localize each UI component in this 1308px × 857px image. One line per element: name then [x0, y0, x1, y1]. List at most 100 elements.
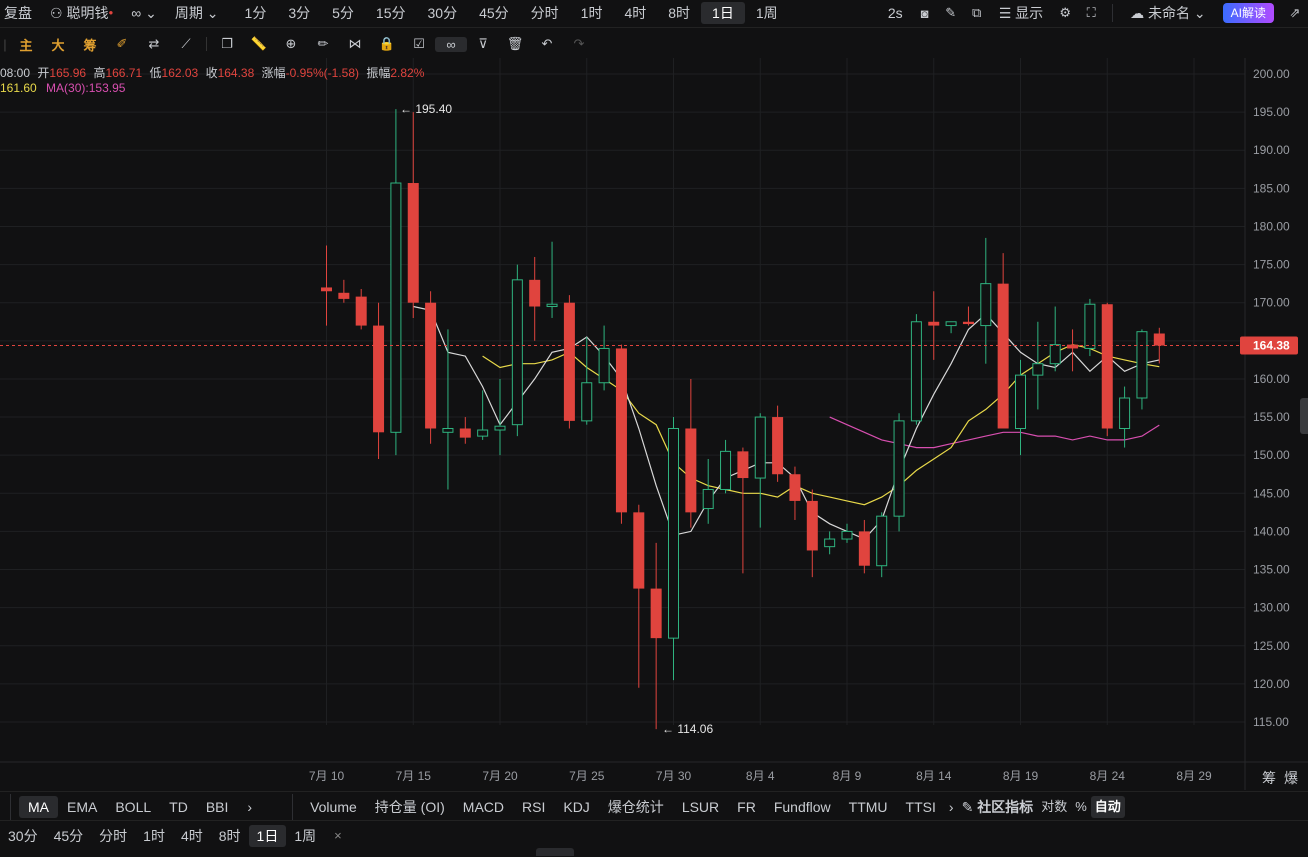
- period-tab-7[interactable]: 1时: [570, 2, 614, 24]
- log-scale-button[interactable]: 对数: [1037, 796, 1071, 818]
- new-window-icon[interactable]: ⧉: [964, 5, 990, 21]
- period-tab-5[interactable]: 45分: [468, 2, 520, 24]
- timeframe-item-7[interactable]: 1周: [286, 825, 324, 847]
- candle-body-down: [373, 325, 385, 433]
- sub-indicator-9[interactable]: TTMU: [840, 796, 897, 818]
- timeframe-item-4[interactable]: 4时: [173, 825, 211, 847]
- period-tab-1[interactable]: 3分: [277, 2, 321, 24]
- price-chart[interactable]: 200.00 195.00 190.00 185.00 180.00 175.00 170.…: [0, 58, 1308, 790]
- candle-body-down: [338, 292, 350, 299]
- timeframe-item-2[interactable]: 分时: [91, 825, 135, 847]
- chip-button[interactable]: 筹: [74, 35, 106, 54]
- undo-icon[interactable]: ↶: [531, 36, 563, 52]
- percent-scale-button[interactable]: %: [1071, 796, 1091, 818]
- period-tab-8[interactable]: 4时: [613, 2, 657, 24]
- ai-interpret-button[interactable]: AI解读: [1222, 3, 1274, 23]
- copy-icon[interactable]: ❐: [211, 36, 243, 52]
- layout-name-dropdown[interactable]: ☁ 未命名 ⌄: [1121, 2, 1215, 24]
- timeframe-item-0[interactable]: 30分: [0, 825, 46, 847]
- community-indicator-button[interactable]: ✎ 社区指标: [958, 796, 1038, 818]
- link-icon[interactable]: ∞: [435, 36, 467, 52]
- candle-body-up: [511, 279, 523, 426]
- period-tab-11[interactable]: 1周: [745, 2, 789, 24]
- replay-button[interactable]: 复盘: [0, 2, 41, 24]
- timeframe-item-1[interactable]: 45分: [46, 825, 92, 847]
- candle-body-down: [459, 428, 471, 438]
- zoom-icon[interactable]: ⊕: [275, 36, 307, 52]
- sub-indicator-2[interactable]: MACD: [454, 796, 513, 818]
- big-button[interactable]: 大: [42, 35, 74, 54]
- filter-icon[interactable]: ⊽: [467, 36, 499, 52]
- ruler-icon[interactable]: 📏: [243, 36, 275, 52]
- period-tab-10[interactable]: 1日: [701, 2, 745, 24]
- side-panel-handle[interactable]: [1300, 398, 1308, 434]
- display-button[interactable]: ☰ 显示: [990, 2, 1052, 24]
- measure-icon[interactable]: ⟋: [170, 36, 202, 52]
- fullscreen-icon[interactable]: ⛶: [1078, 5, 1104, 21]
- sub-indicator-8[interactable]: Fundflow: [765, 796, 840, 818]
- sub-indicator-0[interactable]: Volume: [301, 796, 366, 818]
- open-label: 开: [37, 66, 50, 80]
- period-tab-6[interactable]: 分时: [520, 2, 570, 24]
- magnet-icon[interactable]: ⋈: [339, 36, 371, 52]
- trash-icon[interactable]: 🗑: [499, 36, 531, 52]
- amp-value: 2.82%: [390, 66, 425, 80]
- high-label: 高: [93, 66, 106, 80]
- sub-indicator-1[interactable]: 持仓量 (OI): [366, 796, 454, 818]
- sub-indicator-6[interactable]: LSUR: [673, 796, 728, 818]
- main-button[interactable]: 主: [10, 35, 42, 54]
- timeframe-item-3[interactable]: 1时: [135, 825, 173, 847]
- candle-body-down: [772, 417, 784, 475]
- sub-indicator-10[interactable]: TTSI: [897, 796, 945, 818]
- close-label: 收: [205, 66, 218, 80]
- main-indicator-1[interactable]: EMA: [58, 796, 106, 818]
- period-dropdown[interactable]: 周期 ⌄: [166, 2, 228, 24]
- pencil-icon[interactable]: ✎: [938, 5, 964, 21]
- main-indicator-0[interactable]: MA: [19, 796, 58, 818]
- main-indicator-2[interactable]: BOLL: [106, 796, 160, 818]
- candle-body-down: [806, 500, 818, 551]
- auto-scale-button[interactable]: 自动: [1090, 796, 1125, 818]
- oo-icon[interactable]: ∞ ⌄: [122, 2, 166, 24]
- y-tick-label: 130.00: [1253, 601, 1290, 615]
- main-indicator-3[interactable]: TD: [160, 796, 197, 818]
- indicator-bar: MA EMA BOLL TD BBI › Volume 持仓量 (OI) MACD RSI KD…: [0, 794, 1308, 820]
- divider: [206, 37, 207, 51]
- draw-tool-icon[interactable]: ✐: [106, 36, 138, 52]
- smart-money-button[interactable]: ⚇ 聪明钱●: [41, 2, 122, 24]
- sub-indicator-4[interactable]: KDJ: [554, 796, 598, 818]
- lock-icon[interactable]: 🔒: [371, 36, 403, 52]
- ma30-value: MA(30):153.95: [46, 81, 126, 95]
- candle-body-up: [910, 321, 922, 422]
- divider: [0, 791, 1308, 792]
- period-tab-3[interactable]: 15分: [365, 2, 417, 24]
- main-indicator-list: MA EMA BOLL TD BBI: [19, 796, 237, 818]
- period-tab-0[interactable]: 1分: [234, 2, 278, 24]
- main-indicator-4[interactable]: BBI: [197, 796, 238, 818]
- bottom-panel-handle[interactable]: [536, 848, 574, 856]
- candle-body-down: [529, 279, 541, 307]
- refresh-interval[interactable]: 2s: [879, 2, 912, 24]
- close-timeframe-button[interactable]: ×: [324, 825, 352, 847]
- period-tab-9[interactable]: 8时: [657, 2, 701, 24]
- sub-indicator-7[interactable]: FR: [728, 796, 765, 818]
- timeframe-item-5[interactable]: 8时: [211, 825, 249, 847]
- redo-icon[interactable]: ↷: [563, 36, 595, 52]
- candle-body-up: [876, 515, 888, 567]
- timeframe-item-6[interactable]: 1日: [248, 825, 287, 847]
- more-main-icon[interactable]: ›: [237, 796, 262, 818]
- settings-icon[interactable]: ⚙: [1052, 5, 1078, 21]
- period-tab-4[interactable]: 30分: [417, 2, 469, 24]
- period-tab-2[interactable]: 5分: [321, 2, 365, 24]
- more-sub-icon[interactable]: ›: [945, 796, 958, 818]
- hide-icon[interactable]: ☑: [403, 36, 435, 52]
- share-icon[interactable]: ⇗: [1282, 5, 1308, 21]
- candle-body-up: [754, 416, 766, 479]
- sub-indicator-3[interactable]: RSI: [513, 796, 554, 818]
- swap-icon[interactable]: ⇄: [138, 36, 170, 52]
- camera-icon[interactable]: ◙: [912, 6, 938, 21]
- sub-indicator-5[interactable]: 爆仓统计: [599, 796, 673, 818]
- candle-body-down: [563, 302, 575, 421]
- brush-icon[interactable]: ✏: [307, 36, 339, 52]
- candle-body-up: [390, 182, 402, 433]
